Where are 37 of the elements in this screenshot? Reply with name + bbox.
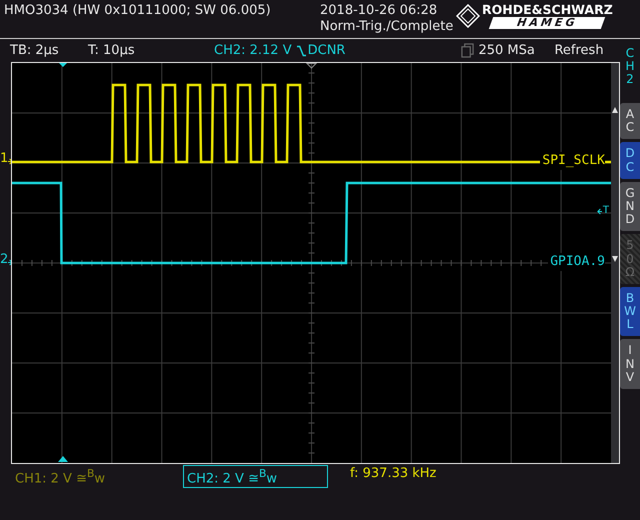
- center-marker-icon: [306, 63, 318, 69]
- trigger-mode-label: DCNR: [308, 43, 346, 58]
- device-title: HMO3034 (HW 0x10111000; SW 06.005): [4, 3, 272, 18]
- falling-edge-icon: [296, 44, 306, 56]
- arrow-left-icon: [596, 208, 602, 214]
- arrow-right-icon: [8, 259, 14, 266]
- channel-marker[interactable]: 2: [0, 252, 14, 268]
- menu-title: CH2: [624, 47, 636, 88]
- frequency-readout: f: 937.33 kHz: [350, 465, 436, 483]
- brand-subname: HAMEG: [489, 17, 606, 29]
- sample-rate-label: 250 MSa: [478, 43, 536, 58]
- trace-label: GPIOA.9: [548, 253, 605, 271]
- menu-button[interactable]: AC: [620, 103, 640, 140]
- date-time: 2018-10-26 06:28: [320, 3, 438, 19]
- trigger-source-label: CH2: 2.12 V: [214, 43, 292, 58]
- trace-label: SPI_SCLK: [540, 152, 605, 170]
- trigger-position-icon: [58, 456, 68, 462]
- trigger-position-icon: [59, 63, 67, 67]
- menu-button[interactable]: BWL: [620, 286, 640, 336]
- trigger-status: Norm-Trig./Complete: [320, 19, 454, 35]
- scroll-bar[interactable]: [611, 63, 619, 463]
- stacked-pages-icon: [461, 43, 474, 58]
- menu-button[interactable]: DC: [620, 142, 640, 179]
- acquisition-mode-label: Refresh: [554, 43, 604, 58]
- timebase-label: TB: 2µs: [10, 43, 60, 58]
- diamond-logo-icon: [456, 4, 480, 28]
- trigger-time-label: T: 10µs: [88, 43, 136, 58]
- channel-scale[interactable]: CH1: 2 V ≅$^{B}$w: [11, 465, 183, 488]
- scroll-down-icon[interactable]: [611, 255, 619, 263]
- channel-marker[interactable]: 1: [0, 151, 14, 167]
- brand-name: ROHDE&SCHWARZ: [482, 3, 613, 17]
- menu-button[interactable]: GND: [620, 182, 640, 232]
- menu-button[interactable]: INV: [620, 339, 640, 389]
- channel-scale[interactable]: CH2: 2 V ≅$^{B}$w: [183, 465, 328, 488]
- scroll-up-icon[interactable]: [611, 106, 619, 114]
- arrow-right-icon: [8, 158, 14, 165]
- trigger-level-marker[interactable]: T: [596, 204, 609, 218]
